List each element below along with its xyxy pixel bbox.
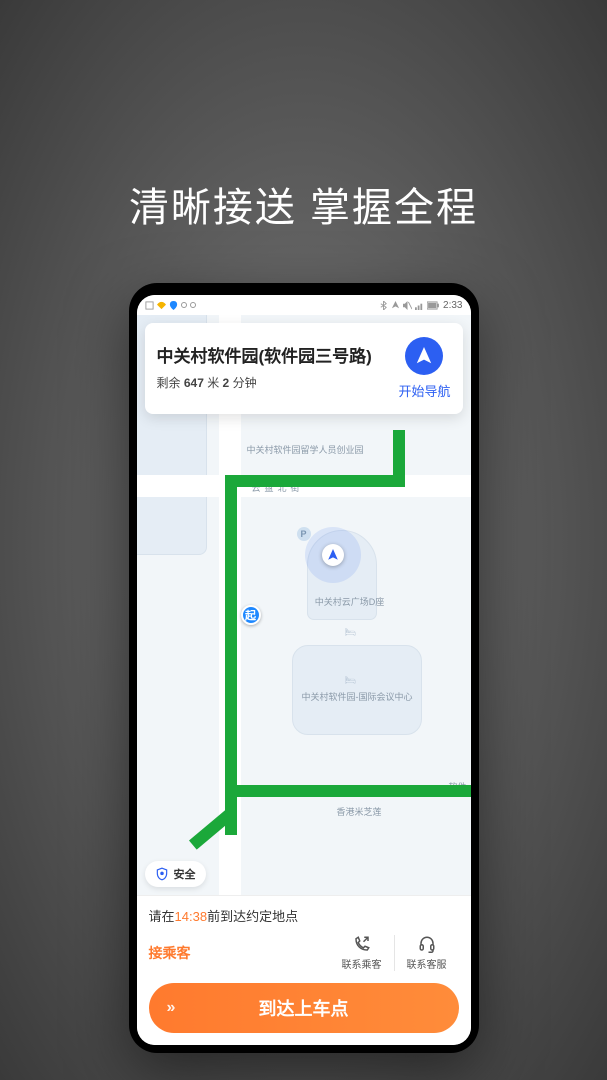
pickup-status-label: 接乘客 <box>149 943 191 963</box>
route-segment <box>225 475 405 487</box>
arrival-instruction: 请在14:38前到达约定地点 <box>149 906 459 925</box>
start-navigation-button[interactable]: 开始导航 <box>398 337 450 400</box>
sim-icon <box>145 301 154 310</box>
bed-icon: 🛏 <box>345 675 356 686</box>
parking-icon: P <box>297 527 311 541</box>
location-pin-icon <box>169 301 178 310</box>
status-dot-icon <box>181 302 187 308</box>
route-segment <box>225 785 471 797</box>
navigation-card: 中关村软件园(软件园三号路) 剩余 647 米 2 分钟 开始导航 <box>145 323 463 414</box>
shield-icon <box>155 867 169 881</box>
wifi-icon <box>157 301 166 310</box>
bottom-panel: 请在14:38前到达约定地点 接乘客 联系乘客 联系客服 » 到达上车点 <box>137 895 471 1045</box>
map-label-park: 中关村软件园留学人员创业园 <box>247 443 347 456</box>
status-dot-icon <box>190 302 196 308</box>
phone-frame: 2:33 中关村软件园留学人员创业园 云盘北街 软件广场路 中关村云广场D座 中… <box>129 283 479 1053</box>
map-canvas[interactable]: 中关村软件园留学人员创业园 云盘北街 软件广场路 中关村云广场D座 中关村软件园… <box>137 315 471 895</box>
phone-icon <box>353 935 371 953</box>
battery-icon <box>427 301 440 310</box>
arrival-time: 14:38 <box>175 909 208 924</box>
remaining-info: 剩余 647 米 2 分钟 <box>157 374 389 391</box>
chevron-right-icon: » <box>167 999 173 1017</box>
contact-service-label: 联系客服 <box>407 956 447 971</box>
statusbar-time: 2:33 <box>443 300 462 311</box>
headset-icon <box>418 935 436 953</box>
signal-icon <box>415 301 424 310</box>
contact-service-button[interactable]: 联系客服 <box>394 935 459 971</box>
statusbar: 2:33 <box>137 295 471 315</box>
map-label-building-d: 中关村云广场D座 <box>315 595 385 608</box>
cta-label: 到达上车点 <box>259 995 349 1021</box>
start-nav-label: 开始导航 <box>398 381 450 400</box>
destination-name: 中关村软件园(软件园三号路) <box>157 346 389 368</box>
route-segment <box>225 475 237 835</box>
map-label-hk: 香港米芝莲 <box>337 805 382 818</box>
start-marker: 起 <box>241 605 261 625</box>
bluetooth-icon <box>379 301 388 310</box>
safety-button[interactable]: 安全 <box>145 861 206 887</box>
screen: 2:33 中关村软件园留学人员创业园 云盘北街 软件广场路 中关村云广场D座 中… <box>137 295 471 1045</box>
nav-circle-icon <box>405 337 443 375</box>
contact-passenger-label: 联系乘客 <box>342 956 382 971</box>
route-segment <box>393 430 405 487</box>
nav-arrow-icon <box>327 549 339 561</box>
mute-icon <box>403 301 412 310</box>
contact-passenger-button[interactable]: 联系乘客 <box>330 935 394 971</box>
nav-arrow-icon <box>391 301 400 310</box>
map-label-conf: 中关村软件园-国际会议中心 <box>302 690 412 703</box>
arrive-pickup-button[interactable]: » 到达上车点 <box>149 983 459 1033</box>
safety-label: 安全 <box>174 866 196 882</box>
hero-title: 清晰接送 掌握全程 <box>129 175 478 233</box>
bed-icon: 🛏 <box>345 627 356 638</box>
